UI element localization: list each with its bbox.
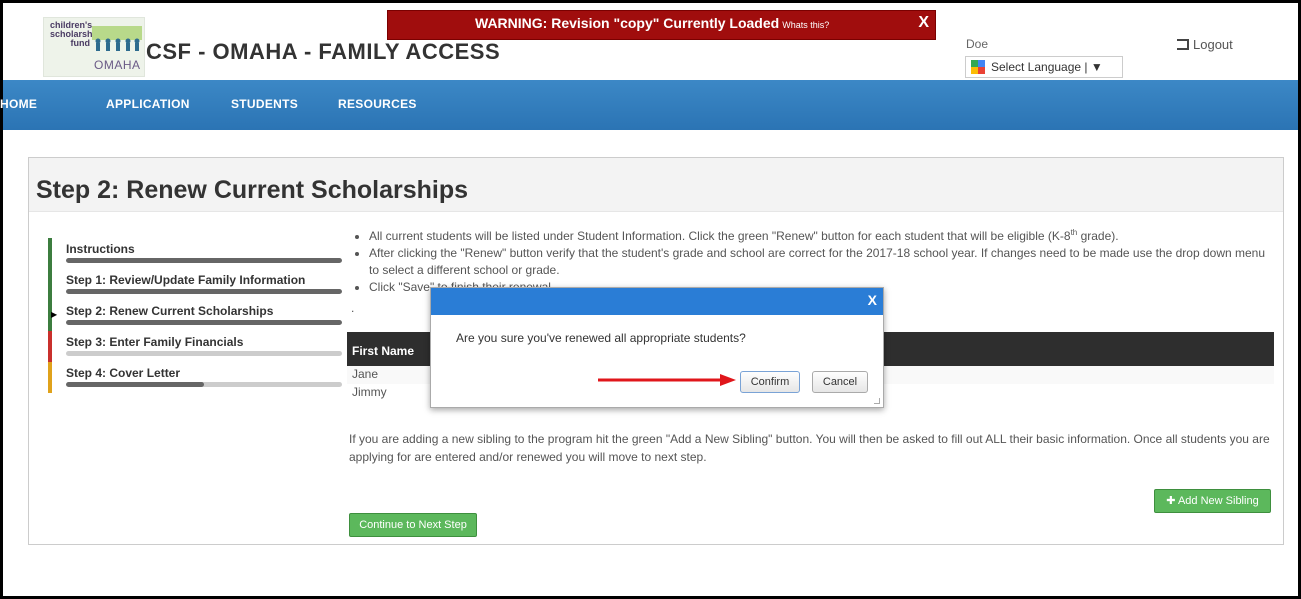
warning-close-button[interactable]: X (918, 14, 929, 32)
continue-next-step-button[interactable]: Continue to Next Step (349, 513, 477, 537)
step-label: Step 1: Review/Update Family Information (66, 273, 306, 287)
main-nav: HOME APPLICATION STUDENTS RESOURCES (0, 80, 1298, 130)
step-3[interactable]: Step 3: Enter Family Financials (48, 331, 342, 362)
people-icon (92, 26, 142, 51)
caret-right-icon: ▶ (51, 310, 58, 319)
instruction-item: After clicking the "Renew" button verify… (369, 245, 1277, 279)
step-progress (66, 258, 342, 263)
step-progress (66, 289, 342, 294)
step-label: Step 4: Cover Letter (66, 366, 181, 380)
nav-resources[interactable]: RESOURCES (338, 97, 417, 111)
step-instructions[interactable]: Instructions (48, 238, 342, 269)
step-progress (66, 320, 342, 325)
logout-label: Logout (1193, 37, 1233, 52)
whats-this-link[interactable]: Whats this? (782, 20, 829, 30)
logout-icon (1177, 39, 1189, 50)
annotation-arrow-icon (598, 374, 736, 386)
nav-students[interactable]: STUDENTS (231, 97, 298, 111)
warning-message: WARNING: Revision "copy" Currently Loade… (475, 15, 780, 31)
cancel-button[interactable]: Cancel (812, 371, 868, 393)
step-progress (66, 351, 342, 356)
site-title: CSF - OMAHA - FAMILY ACCESS (146, 39, 501, 64)
dialog-titlebar: X (431, 288, 883, 315)
instruction-item: All current students will be listed unde… (369, 224, 1277, 245)
step-label: Step 2: Renew Current Scholarships (66, 304, 274, 318)
revision-warning-banner: WARNING: Revision "copy" Currently Loade… (387, 10, 936, 40)
resize-handle[interactable] (874, 398, 880, 404)
nav-home[interactable]: HOME (0, 97, 37, 111)
nav-application[interactable]: APPLICATION (106, 97, 190, 111)
panel-header: Step 2: Renew Current Scholarships (29, 158, 1283, 212)
add-new-sibling-button[interactable]: ✚ Add New Sibling (1154, 489, 1271, 513)
dialog-message: Are you sure you've renewed all appropri… (456, 331, 746, 345)
plus-icon: ✚ (1166, 495, 1178, 507)
step-label: Step 3: Enter Family Financials (66, 335, 244, 349)
step-list: Instructions Step 1: Review/Update Famil… (48, 238, 342, 393)
logo-text: children's scholarship fund (50, 20, 101, 48)
language-select[interactable]: Select Language | ▼ (965, 56, 1123, 78)
confirm-button[interactable]: Confirm (740, 371, 800, 393)
logout-link[interactable]: Logout (1177, 37, 1233, 52)
sibling-instructions: If you are adding a new sibling to the p… (349, 432, 1270, 464)
user-name: Doe (966, 37, 989, 51)
step-progress (66, 382, 342, 387)
chevron-down-icon: ▼ (1090, 60, 1103, 74)
step-1[interactable]: Step 1: Review/Update Family Information (48, 269, 342, 300)
step-4[interactable]: Step 4: Cover Letter (48, 362, 342, 393)
step-2[interactable]: ▶ Step 2: Renew Current Scholarships (48, 300, 342, 331)
step-label: Instructions (66, 242, 135, 256)
csf-logo[interactable]: children's scholarship fund OMAHA (43, 17, 145, 77)
dialog-close-button[interactable]: X (868, 292, 877, 308)
page-title: Step 2: Renew Current Scholarships (36, 176, 469, 204)
google-translate-icon (971, 60, 985, 74)
confirm-dialog: X Are you sure you've renewed all approp… (430, 287, 884, 408)
language-label: Select Language (991, 60, 1082, 74)
logo-city: OMAHA (94, 58, 141, 72)
